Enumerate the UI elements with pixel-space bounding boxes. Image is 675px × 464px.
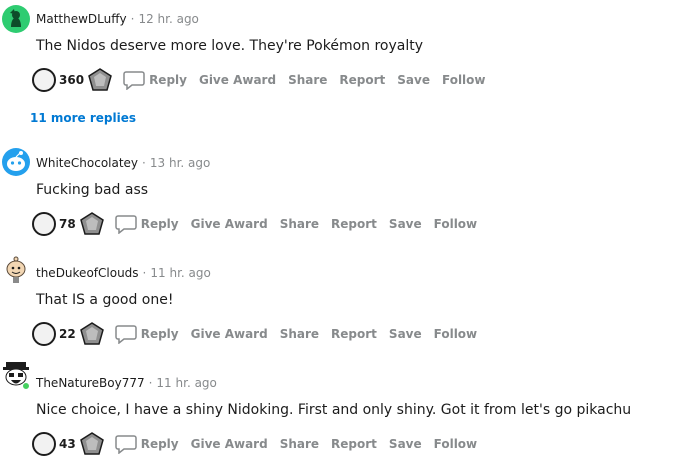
award-gem-icon[interactable] [79,211,105,237]
reply-bubble-icon[interactable] [114,324,137,344]
avatar-snoo-blue[interactable] [2,148,30,176]
follow-button[interactable]: Follow [434,327,478,341]
save-button[interactable]: Save [389,327,422,341]
comment-actions: 22 Reply Give Award Share Report Save Fo… [32,321,489,347]
report-button[interactable]: Report [331,327,377,341]
reply-button[interactable]: Reply [141,217,179,231]
report-button[interactable]: Report [331,217,377,231]
share-button[interactable]: Share [280,437,319,451]
vote-circle-icon[interactable] [32,322,56,346]
separator-dot: · [130,12,135,26]
reply-bubble-icon[interactable] [114,434,137,454]
award-gem-icon[interactable] [79,431,105,457]
give-award-button[interactable]: Give Award [199,73,276,87]
comment-body: Nice choice, I have a shiny Nidoking. Fi… [36,402,632,418]
give-award-button[interactable]: Give Award [191,217,268,231]
timestamp[interactable]: 12 hr. ago [138,12,198,26]
more-replies-link[interactable]: 11 more replies [30,111,136,125]
award-gem-icon[interactable] [87,67,113,93]
separator-dot: · [142,156,146,170]
author-name[interactable]: theDukeofClouds [36,266,139,280]
share-button[interactable]: Share [288,73,327,87]
vote-score: 360 [59,73,85,87]
timestamp[interactable]: 13 hr. ago [150,156,210,170]
reply-button[interactable]: Reply [141,437,179,451]
author-name[interactable]: MatthewDLuffy [36,12,127,26]
reply-button[interactable]: Reply [141,327,179,341]
report-button[interactable]: Report [331,437,377,451]
reply-bubble-icon[interactable] [123,70,145,90]
avatar-snoo-costume[interactable] [2,256,30,284]
comment-actions: 43 Reply Give Award Share Report Save Fo… [32,431,489,457]
reply-button[interactable]: Reply [149,73,187,87]
comment-meta: WhiteChocolatey · 13 hr. ago [36,156,210,170]
online-status-icon [22,382,30,390]
comment-meta: TheNatureBoy777 · 11 hr. ago [36,376,217,390]
comment-actions: 360 Reply Give Award Share Report Save F… [32,67,498,93]
award-gem-icon[interactable] [79,321,105,347]
comment-meta: MatthewDLuffy · 12 hr. ago [36,12,199,26]
avatar-snoo-hat[interactable] [2,362,30,390]
separator-dot: · [148,376,153,390]
vote-score: 22 [59,327,76,341]
save-button[interactable]: Save [389,437,422,451]
save-button[interactable]: Save [397,73,430,87]
vote-circle-icon[interactable] [32,68,56,92]
comment-meta: theDukeofClouds · 11 hr. ago [36,266,211,280]
report-button[interactable]: Report [339,73,385,87]
comment-body: That IS a good one! [36,292,174,308]
comment-body: The Nidos deserve more love. They're Pok… [36,38,424,54]
separator-dot: · [142,266,147,280]
vote-score: 43 [59,437,76,451]
author-name[interactable]: WhiteChocolatey [36,156,138,170]
give-award-button[interactable]: Give Award [191,327,268,341]
share-button[interactable]: Share [280,327,319,341]
vote-circle-icon[interactable] [32,212,56,236]
give-award-button[interactable]: Give Award [191,437,268,451]
vote-score: 78 [59,217,76,231]
follow-button[interactable]: Follow [434,217,478,231]
follow-button[interactable]: Follow [434,437,478,451]
author-name[interactable]: TheNatureBoy777 [36,376,145,390]
timestamp[interactable]: 11 hr. ago [150,266,210,280]
timestamp[interactable]: 11 hr. ago [156,376,216,390]
reply-bubble-icon[interactable] [114,214,137,234]
share-button[interactable]: Share [280,217,319,231]
vote-circle-icon[interactable] [32,432,56,456]
comment-body: Fucking bad ass [36,182,149,198]
save-button[interactable]: Save [389,217,422,231]
avatar-snoo-green[interactable] [2,5,30,33]
comment-actions: 78 Reply Give Award Share Report Save Fo… [32,211,489,237]
follow-button[interactable]: Follow [442,73,486,87]
